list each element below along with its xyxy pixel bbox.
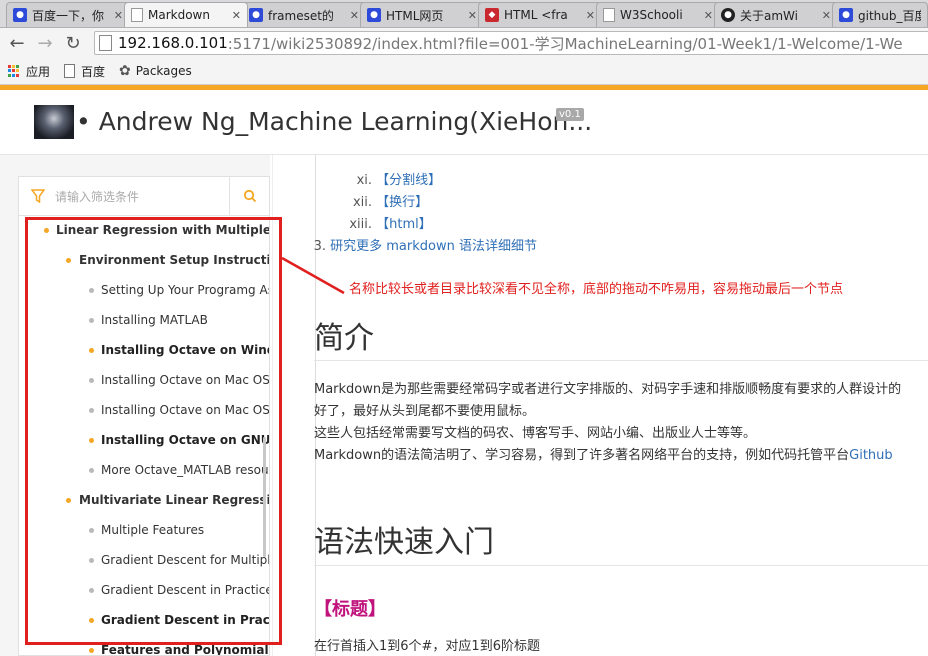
site-logo[interactable] — [34, 105, 74, 139]
close-icon[interactable]: ✕ — [114, 9, 123, 22]
list-number: xiii. — [349, 217, 372, 232]
close-icon[interactable]: ✕ — [704, 9, 713, 22]
browser-tab[interactable]: ● github_百度 — [832, 2, 928, 27]
browser-tab[interactable]: ● HTML网页 ✕ — [360, 2, 484, 27]
list-item: xiii. 【html】 — [336, 213, 432, 232]
browser-toolbar: ← → ↻ 192.168.0.101:5171/wiki2530892/ind… — [0, 28, 928, 58]
search-icon — [243, 189, 257, 203]
annotation-highlight-box — [25, 217, 282, 645]
list-link[interactable]: 【html】 — [376, 217, 432, 232]
intro-line: 好了，最好从头到尾都不要使用鼠标。 — [314, 404, 536, 419]
intro-line: 这些人包括经常需要写文档的码农、博客写手、网站小编、出版业人士等等。 — [314, 426, 757, 441]
url-host: 192.168.0.101 — [118, 34, 228, 52]
github-link[interactable]: Github — [849, 448, 893, 463]
close-icon[interactable]: ✕ — [350, 9, 359, 22]
tab-title: frameset的 — [268, 8, 334, 23]
tab-title: W3Schooli — [620, 8, 683, 22]
bookmark-packages[interactable]: ✿ Packages — [119, 63, 192, 79]
section-heading-intro: 简介 — [314, 321, 374, 356]
subheading-title: 【标题】 — [314, 599, 386, 620]
back-icon[interactable]: ← — [6, 32, 28, 54]
bookmark-apps[interactable]: 应用 — [8, 63, 50, 80]
baidu-paw-icon: ● — [839, 8, 853, 22]
document-icon — [603, 8, 615, 22]
browser-tab[interactable]: ◆ HTML <fra ✕ — [478, 2, 602, 27]
apps-grid-icon — [8, 65, 20, 77]
page-icon — [64, 64, 76, 78]
title-paragraph: 在行首插入1到6个#，对应1到6阶标题 — [314, 639, 540, 654]
list-number: 3. — [313, 239, 326, 254]
browser-tab[interactable]: W3Schooli ✕ — [596, 2, 720, 27]
list-number: xi. — [356, 173, 372, 188]
document-icon — [131, 8, 143, 22]
bookmark-label: Packages — [135, 64, 192, 78]
annotation-note: 名称比较长或者目录比较深看不见全称，底部的拖动不咋易用，容易拖动最后一个节点 — [349, 282, 844, 297]
tab-title: github_百度 — [858, 8, 921, 23]
bookmark-baidu[interactable]: 百度 — [64, 63, 105, 80]
site-title[interactable]: • Andrew Ng_Machine Learning(XieHon... — [76, 107, 592, 136]
address-bar[interactable]: 192.168.0.101:5171/wiki2530892/index.htm… — [94, 31, 928, 55]
close-icon[interactable]: ✕ — [468, 9, 477, 22]
close-icon[interactable]: ✕ — [822, 9, 831, 22]
search-button[interactable] — [229, 177, 269, 215]
browser-tab-active[interactable]: Markdown ✕ — [124, 2, 248, 27]
filter-icon — [31, 189, 45, 203]
intro-line-text: Markdown的语法简洁明了、学习容易，得到了许多著名网络平台的支持，例如代码… — [314, 448, 850, 463]
tab-title: Markdown — [148, 8, 210, 22]
w3-red-icon: ◆ — [485, 8, 499, 22]
heading-rule — [314, 360, 928, 361]
baidu-paw-icon: ● — [367, 8, 381, 22]
filter-box — [19, 177, 269, 216]
list-number: xii. — [352, 195, 372, 210]
baidu-paw-icon: ● — [249, 8, 263, 22]
bullet-dot-icon — [89, 648, 94, 653]
bookmark-label: 应用 — [26, 64, 51, 79]
list-link[interactable]: 【换行】 — [376, 195, 428, 210]
list-item: 3. 研究更多 markdown 语法详细细节 — [296, 235, 537, 254]
site-header: • Andrew Ng_Machine Learning(XieHon... v… — [0, 90, 928, 155]
list-link[interactable]: 研究更多 markdown 语法详细细节 — [330, 239, 537, 254]
list-item: xi. 【分割线】 — [336, 169, 442, 188]
packages-icon: ✿ — [119, 63, 131, 79]
baidu-paw-icon: ● — [13, 8, 27, 22]
close-icon[interactable]: ✕ — [586, 9, 595, 22]
reload-icon[interactable]: ↻ — [62, 32, 84, 54]
browser-tab-strip: ● 百度一下，你 ✕ Markdown ✕ ● frameset的 ✕ ● HT… — [0, 0, 928, 28]
list-item: xii. 【换行】 — [336, 191, 428, 210]
section-heading-quickstart: 语法快速入门 — [314, 525, 494, 560]
page-icon — [99, 35, 112, 51]
intro-line: Markdown的语法简洁明了、学习容易，得到了许多著名网络平台的支持，例如代码… — [314, 445, 893, 466]
filter-input[interactable] — [53, 185, 229, 209]
tab-title: 关于amWi — [740, 8, 798, 23]
browser-tab[interactable]: ● 百度一下，你 ✕ — [6, 2, 130, 27]
tab-title: HTML网页 — [386, 8, 444, 23]
browser-tab[interactable]: ● 关于amWi ✕ — [714, 2, 838, 27]
tab-title: HTML <fra — [504, 8, 568, 22]
intro-line: Markdown是为那些需要经常码字或者进行文字排版的、对码字手速和排版顺畅度有… — [314, 382, 902, 397]
tab-title: 百度一下，你 — [32, 8, 105, 23]
version-badge: v0.1 — [556, 108, 584, 121]
heading-rule — [314, 565, 928, 566]
bookmark-label: 百度 — [81, 64, 106, 79]
forward-icon[interactable]: → — [34, 32, 56, 54]
bookmarks-bar: 应用 百度 ✿ Packages — [0, 58, 928, 85]
browser-tab[interactable]: ● frameset的 ✕ — [242, 2, 366, 27]
github-icon: ● — [721, 8, 735, 22]
close-icon[interactable]: ✕ — [232, 9, 241, 22]
list-link[interactable]: 【分割线】 — [376, 173, 441, 188]
main-content: xi. 【分割线】 xii. 【换行】 xiii. 【html】 3. 研究更多… — [272, 155, 928, 656]
url-path: :5171/wiki2530892/index.html?file=001-学习… — [227, 34, 903, 53]
